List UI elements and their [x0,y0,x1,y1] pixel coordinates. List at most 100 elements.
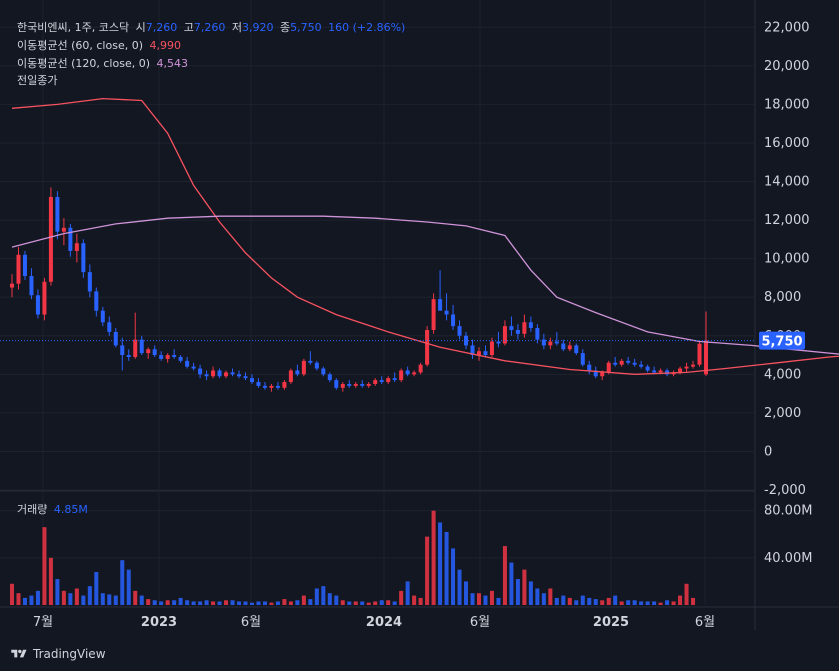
volume-bar [353,601,358,605]
candle-body [626,360,631,363]
candle-body [74,243,79,251]
candle-body [94,291,99,311]
candle-body [515,329,520,334]
candle-body [262,385,267,388]
volume-bar [360,601,365,605]
volume-bar [42,527,47,605]
candle-body [632,362,637,365]
volume-bar [476,593,482,605]
candle-body [243,376,248,379]
brand-footer[interactable]: TradingView [10,647,106,661]
volume-bar [113,595,118,605]
candle-body [29,275,34,296]
indicator-ma60[interactable]: 이동평균선 (60, close, 0) 4,990 [17,37,184,53]
volume-bar [541,593,546,605]
volume-bar [548,588,553,605]
candle-body [107,322,112,332]
candle-body [87,272,92,292]
volume-bar [528,581,533,605]
volume-bar [567,597,572,605]
volume-bar [464,581,469,605]
price-tick-label: 2,000 [764,406,801,421]
candle-body [405,370,410,375]
volume-bar [126,569,131,605]
volume-bar [340,600,345,605]
volume-bar [522,569,527,605]
volume-legend[interactable]: 거래량 4.85M [17,501,91,517]
candle-body [211,370,216,377]
volume-bar [269,602,274,605]
volume-bar [671,601,676,605]
volume-bar [55,579,60,605]
volume-bar [61,590,66,605]
volume-bar [399,590,404,605]
volume-bar [243,601,248,605]
candle-body [451,314,456,327]
volume-bar [204,600,209,605]
chart-frame[interactable]: 22,000 20,000 18,000 16,000 14,000 12,000 10,0… [0,0,839,671]
candle-body [399,370,404,381]
candle-body [81,243,86,273]
indicator-ma120[interactable]: 이동평균선 (120, close, 0) 4,543 [17,55,191,71]
volume-bar [81,595,86,605]
candle-body [353,383,358,386]
volume-bar [159,601,164,605]
time-tick-label: 6월 [241,615,261,630]
close-label: 종 [279,21,291,34]
prev-close-label: 전일종가 [17,74,58,87]
volume-bar [470,593,475,605]
candle-body [658,370,663,373]
candle-body [509,326,514,330]
volume-bar [9,583,15,605]
candle-body [438,299,443,311]
volume-bar [191,601,196,605]
candle-body [360,383,365,386]
candle-body [554,341,559,344]
candle-body [230,372,235,375]
volume-bar [386,600,391,605]
volume-bar [334,595,339,605]
volume-bar [107,594,112,605]
volume-bar [574,600,579,605]
volume-bar [684,583,689,605]
candle-body [528,322,533,329]
candle-body [327,374,332,381]
volume-bar [639,601,644,605]
volume-bar [587,597,592,605]
volume-bar [217,601,222,605]
candle-body [373,380,378,384]
volume-bar [645,601,650,605]
volume-bar [249,602,254,605]
candle-body [217,370,222,377]
volume-bar [275,601,280,605]
candle-body [379,380,384,383]
candle-body [522,322,527,334]
volume-label: 거래량 [17,503,48,516]
price-tick-label: 0 [764,444,772,459]
volume-value: 4.85M [53,503,88,516]
candle-body [587,364,592,371]
volume-bar [295,600,300,605]
volume-bar [256,601,261,605]
candle-body [100,310,105,323]
volume-tick-label: 80.00M [764,504,812,519]
indicator-prev-close[interactable]: 전일종가 [17,72,60,88]
volume-bar [35,590,40,605]
brand-name: TradingView [33,647,106,661]
time-tick-label: 2023 [141,615,177,630]
candle-body [282,382,287,388]
ma60-label: 이동평균선 (60, close, 0) [17,39,143,52]
candle-body [133,339,138,357]
chart-background [0,0,839,630]
volume-bar [678,595,683,605]
candle-body [152,349,157,356]
candle-body [340,383,345,388]
volume-bar [509,562,514,605]
price-tick-label: 20,000 [764,59,810,74]
candle-body [139,339,144,354]
price-tick-label: 4,000 [764,367,801,382]
low-label: 저 [231,21,242,34]
volume-bar [172,600,177,605]
candle-body [22,254,27,276]
price-chart[interactable]: 22,000 20,000 18,000 16,000 14,000 12,000 10,0… [0,0,839,671]
